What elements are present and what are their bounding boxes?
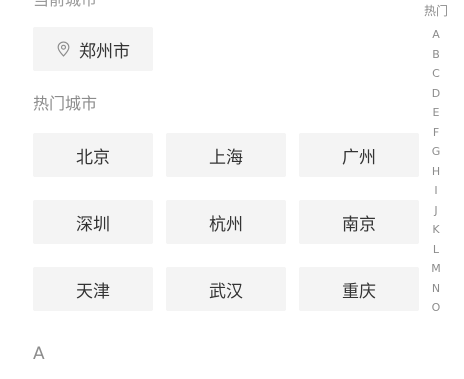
index-item-j[interactable]: J — [423, 201, 449, 221]
index-item-f[interactable]: F — [423, 123, 449, 143]
location-pin-icon — [57, 41, 70, 57]
index-item-o[interactable]: O — [423, 298, 449, 318]
hot-city-button[interactable]: 上海 — [166, 133, 286, 177]
index-item-m[interactable]: M — [423, 259, 449, 279]
index-item-h[interactable]: H — [423, 162, 449, 182]
hot-city-button[interactable]: 天津 — [33, 267, 153, 311]
current-city-label: 当前城市 — [33, 0, 97, 10]
index-item-hot[interactable]: 热门 — [423, 3, 449, 25]
index-item-l[interactable]: L — [423, 240, 449, 260]
current-city-name: 郑州市 — [79, 41, 130, 62]
alphabet-index-bar[interactable]: 热门 A B C D E F G H I J K L M N O — [423, 3, 449, 318]
index-item-i[interactable]: I — [423, 181, 449, 201]
index-item-n[interactable]: N — [423, 279, 449, 299]
index-item-b[interactable]: B — [423, 45, 449, 65]
hot-city-button[interactable]: 重庆 — [299, 267, 419, 311]
index-item-d[interactable]: D — [423, 84, 449, 104]
section-header-a: A — [33, 344, 45, 364]
index-item-e[interactable]: E — [423, 103, 449, 123]
current-city-button[interactable]: 郑州市 — [33, 27, 153, 71]
index-item-a[interactable]: A — [423, 25, 449, 45]
hot-city-button[interactable]: 广州 — [299, 133, 419, 177]
index-item-c[interactable]: C — [423, 64, 449, 84]
index-item-k[interactable]: K — [423, 220, 449, 240]
hot-city-button[interactable]: 南京 — [299, 200, 419, 244]
hot-city-button[interactable]: 武汉 — [166, 267, 286, 311]
hot-city-button[interactable]: 北京 — [33, 133, 153, 177]
hot-city-button[interactable]: 杭州 — [166, 200, 286, 244]
index-item-g[interactable]: G — [423, 142, 449, 162]
hot-cities-grid: 北京 上海 广州 深圳 杭州 南京 天津 武汉 重庆 — [33, 133, 419, 311]
hot-cities-label: 热门城市 — [33, 94, 98, 113]
hot-city-button[interactable]: 深圳 — [33, 200, 153, 244]
